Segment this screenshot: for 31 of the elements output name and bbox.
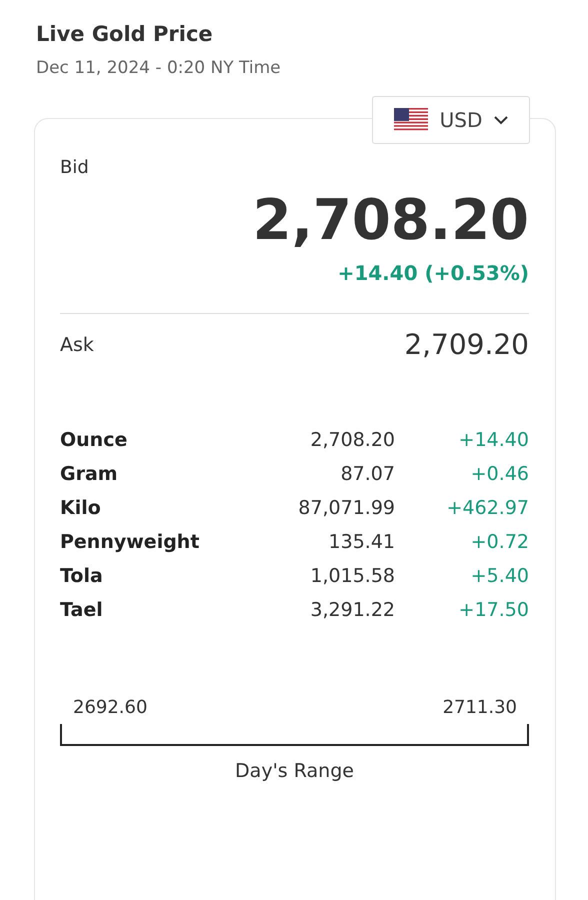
- unit-price: 3,291.22: [309, 599, 395, 621]
- unit-name: Pennyweight: [60, 531, 200, 553]
- unit-name: Tola: [60, 565, 104, 587]
- unit-change: +5.40: [470, 565, 529, 587]
- currency-dropdown[interactable]: USD: [372, 96, 530, 144]
- ask-price: 2,709.20: [404, 328, 529, 361]
- unit-change: +17.50: [458, 599, 529, 621]
- unit-name: Gram: [60, 463, 119, 485]
- unit-price: 135.41: [328, 531, 395, 553]
- unit-change: +462.97: [446, 497, 529, 519]
- chevron-down-icon: [494, 116, 508, 124]
- ask-label: Ask: [60, 334, 94, 356]
- unit-price: 2,708.20: [309, 429, 395, 451]
- bid-label: Bid: [60, 157, 90, 178]
- unit-change: +14.40: [458, 429, 529, 451]
- range-high: 2711.30: [442, 697, 517, 718]
- unit-name: Ounce: [60, 429, 128, 451]
- unit-name: Tael: [60, 599, 104, 621]
- unit-change: +0.46: [470, 463, 529, 485]
- unit-price: 1,015.58: [309, 565, 395, 587]
- range-label: Day's Range: [235, 760, 354, 782]
- flag-icon: [394, 108, 428, 132]
- timestamp: Dec 11, 2024 - 0:20 NY Time: [36, 58, 282, 78]
- bid-price: 2,708.20: [252, 188, 529, 253]
- unit-change: +0.72: [470, 531, 529, 553]
- unit-price: 87,071.99: [298, 497, 395, 519]
- bid-change: +14.40 (+0.53%): [336, 261, 529, 285]
- page-title: Live Gold Price: [36, 22, 214, 46]
- range-low: 2692.60: [73, 697, 148, 718]
- unit-name: Kilo: [60, 497, 102, 519]
- unit-price: 87.07: [340, 463, 395, 485]
